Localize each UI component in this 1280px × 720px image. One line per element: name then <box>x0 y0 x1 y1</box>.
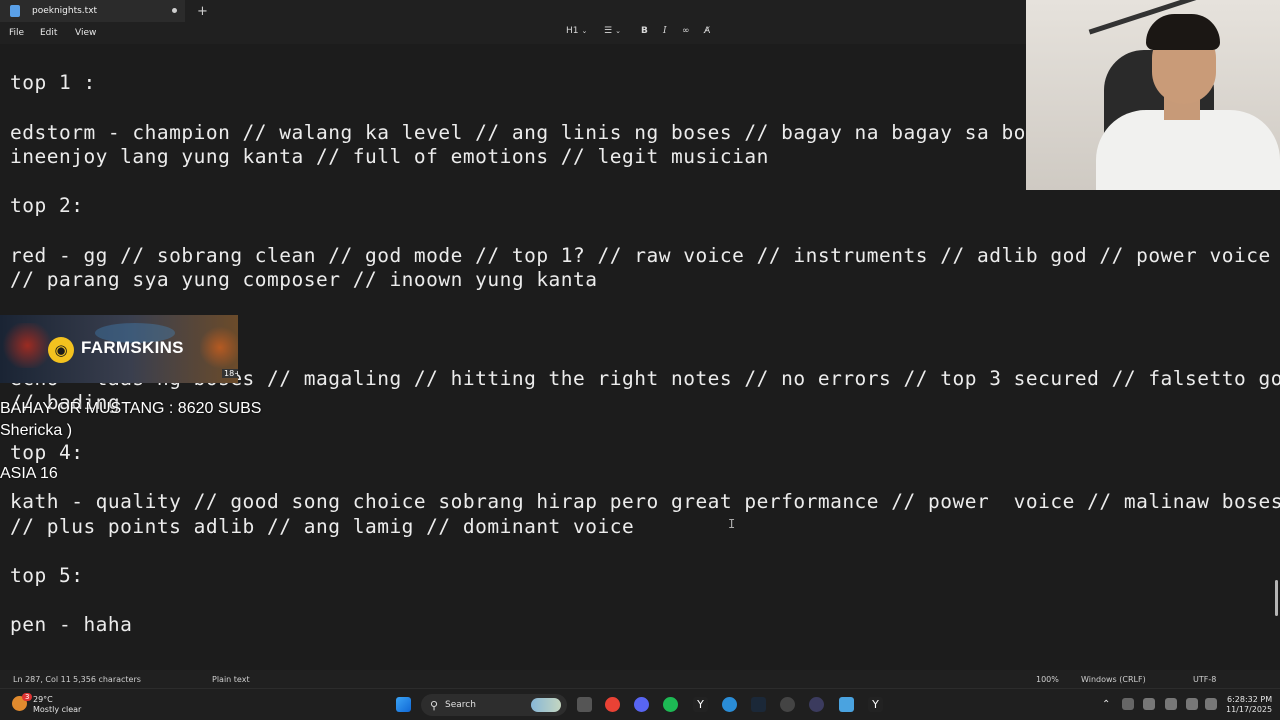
editor-line: top 1 : <box>10 71 96 94</box>
tab-poeknights[interactable]: poeknights.txt <box>0 0 185 22</box>
weather-temp: 29°C <box>33 695 53 704</box>
list-icon: ☰ <box>604 26 613 36</box>
heading-label: H1 <box>566 26 579 36</box>
editor-line: top 2: <box>10 194 84 217</box>
weather-desc: Mostly clear <box>33 705 82 714</box>
unsaved-dot-icon[interactable] <box>172 8 177 13</box>
notepad-icon <box>10 5 20 17</box>
name-overlay: Shericka ) <box>0 422 73 439</box>
start-button-windows-icon[interactable] <box>396 697 411 712</box>
steam-icon[interactable] <box>751 697 766 712</box>
encoding[interactable]: UTF-8 <box>1193 675 1216 684</box>
app-arrow-icon[interactable] <box>809 697 824 712</box>
taskbar-search[interactable]: ⚲ Search <box>421 694 567 716</box>
age-badge: 18+ <box>222 369 238 378</box>
status-bar: Ln 287, Col 11 5,356 characters Plain te… <box>0 670 1280 688</box>
bold-button[interactable]: B <box>641 26 648 36</box>
weather-badge: 3 <box>22 693 33 701</box>
editor-line: // plus points adlib // ang lamig // dom… <box>10 515 635 538</box>
tray-chevron-up-icon[interactable]: ⌃ <box>1102 699 1110 710</box>
tray-app-icon[interactable] <box>1122 698 1134 710</box>
scrollbar-thumb[interactable] <box>1275 580 1278 616</box>
list-dropdown[interactable]: ☰ ⌄ <box>604 26 621 36</box>
search-icon: ⚲ <box>430 699 439 712</box>
farmskins-logo-icon: ◉ <box>48 337 74 363</box>
character-count: 5,356 characters <box>73 675 141 684</box>
spotify-icon[interactable] <box>663 697 678 712</box>
editor-line: top 5: <box>10 564 84 587</box>
banner-decoration <box>0 323 55 368</box>
notepad-taskbar-icon[interactable] <box>839 697 854 712</box>
tray-network-icon[interactable] <box>1143 698 1155 710</box>
subs-overlay: BAHAY OR MUSTANG : 8620 SUBS <box>0 400 262 417</box>
sponsor-banner: ◉ FARMSKINS 18+ <box>0 315 238 383</box>
sponsor-name: FARMSKINS <box>81 338 184 357</box>
discord-icon[interactable] <box>634 697 649 712</box>
text-cursor-icon: I <box>728 517 736 531</box>
editor-line: pen - haha <box>10 613 133 636</box>
tray-volume-icon[interactable] <box>1205 698 1217 710</box>
heading-dropdown[interactable]: H1 ⌄ <box>566 26 587 36</box>
search-highlight-icon <box>531 698 561 712</box>
webcam-person <box>1146 14 1220 50</box>
search-label: Search <box>445 700 476 710</box>
editor-line: kath - quality // good song choice sobra… <box>10 490 1280 513</box>
task-view-icon[interactable] <box>577 697 592 712</box>
taskbar: 3 29°C Mostly clear ⚲ Search Y Y ⌃ 6:28:… <box>0 688 1280 720</box>
tab-title: poeknights.txt <box>32 6 98 16</box>
editor-line: // parang sya yung composer // inoown yu… <box>10 268 598 291</box>
telegram-icon[interactable] <box>722 697 737 712</box>
webcam-person <box>1096 110 1280 190</box>
tray-wifi-icon[interactable] <box>1186 698 1198 710</box>
clear-formatting-button[interactable]: A̸ <box>704 26 710 36</box>
webcam-feed <box>1026 0 1280 190</box>
file-format[interactable]: Plain text <box>212 675 250 684</box>
app-y2-icon[interactable]: Y <box>868 697 883 712</box>
editor-line: red - gg // sobrang clean // god mode //… <box>10 244 1271 267</box>
editor-line: edstorm - champion // walang ka level //… <box>10 121 1063 144</box>
tray-mic-icon[interactable] <box>1165 698 1177 710</box>
menu-edit[interactable]: Edit <box>40 28 57 38</box>
zoom-level[interactable]: 100% <box>1036 675 1059 684</box>
region-overlay: ASIA 16 <box>0 465 58 482</box>
chevron-down-icon: ⌄ <box>581 27 588 35</box>
menu-view[interactable]: View <box>75 28 96 38</box>
link-button[interactable]: ∞ <box>682 26 690 36</box>
line-endings[interactable]: Windows (CRLF) <box>1081 675 1146 684</box>
chrome-icon[interactable] <box>605 697 620 712</box>
clock-time[interactable]: 6:28:32 PM <box>1227 695 1272 704</box>
app-clock-icon[interactable] <box>780 697 795 712</box>
banner-decoration <box>200 325 238 370</box>
chevron-down-icon: ⌄ <box>615 27 621 35</box>
editor-line: ineenjoy lang yung kanta // full of emot… <box>10 145 769 168</box>
italic-button[interactable]: I <box>663 26 667 36</box>
editor-line: top 4: <box>10 441 84 464</box>
menu-file[interactable]: File <box>9 28 24 38</box>
app-y-icon[interactable]: Y <box>693 697 708 712</box>
new-tab-button[interactable]: + <box>197 4 208 19</box>
cursor-position: Ln 287, Col 11 <box>13 675 71 684</box>
clock-date[interactable]: 11/17/2025 <box>1226 705 1272 714</box>
